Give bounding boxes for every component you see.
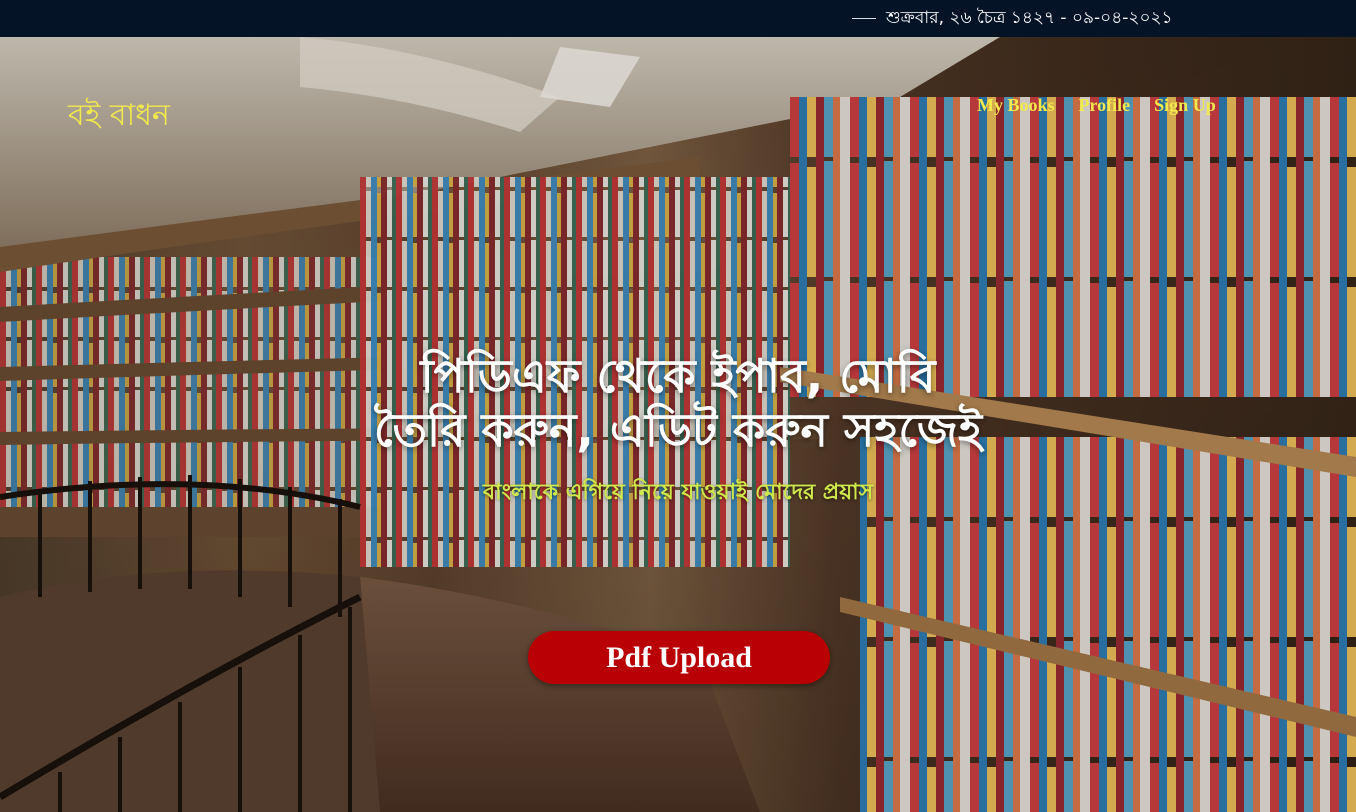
hero-headline-line-2: তৈরি করুন, এডিট করুন সহজেই bbox=[373, 403, 983, 457]
brand-logo[interactable]: বই বাধন bbox=[68, 91, 170, 142]
nav-my-books[interactable]: My Books bbox=[977, 95, 1055, 115]
pdf-upload-button[interactable]: Pdf Upload bbox=[528, 631, 830, 684]
main-nav: My Books Profile Sign Up bbox=[977, 95, 1216, 115]
hero-section: বই বাধন My Books Profile Sign Up পিডিএফ … bbox=[0, 37, 1356, 812]
hero-headline-line-1: পিডিএফ থেকে ইপাব, মোবি bbox=[420, 349, 936, 403]
top-bar: শুক্রবার, ২৬ চৈত্র ১৪২৭ - ০৯-০৪-২০২১ bbox=[0, 0, 1356, 37]
date-text: শুক্রবার, ২৬ চৈত্র ১৪২৭ - ০৯-০৪-২০২১ bbox=[886, 8, 1173, 28]
nav-profile[interactable]: Profile bbox=[1079, 95, 1131, 115]
nav-sign-up[interactable]: Sign Up bbox=[1154, 95, 1216, 115]
hero-subtitle: বাংলাকে এগিয়ে নিয়ে যাওয়াই মোদের প্রয়… bbox=[482, 480, 874, 505]
date-dash-divider bbox=[852, 18, 876, 19]
